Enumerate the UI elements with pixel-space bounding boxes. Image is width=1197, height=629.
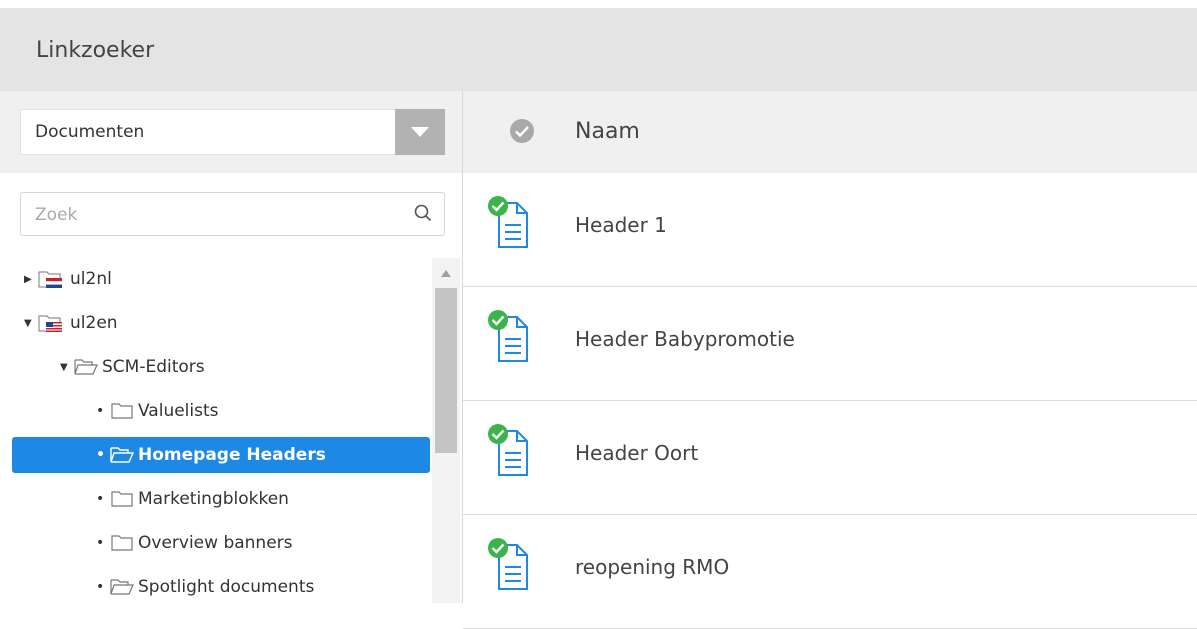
scrollbar-thumb[interactable] [435,288,457,453]
published-document-icon [487,537,531,597]
bullet-icon: • [96,447,105,463]
folder-tree: ▶ ul2nl ▼ ul2en ▼ SCM-Editors • Valuelis… [0,253,430,603]
tree-node-label: Marketingblokken [138,489,289,509]
collapse-arrow-icon[interactable]: ▼ [24,318,38,329]
dialog-titlebar: Linkzoeker [0,0,1197,91]
folder-open-icon [74,358,98,376]
tree-scrollbar[interactable] [432,258,460,603]
search-input[interactable] [33,201,397,229]
tree-node-label: Homepage Headers [138,445,326,465]
table-row[interactable]: Header Oort [463,401,1197,515]
results-panel: Naam Header 1 Header Babypromotie Header… [463,91,1197,629]
tree-area: ▶ ul2nl ▼ [0,173,462,603]
published-document-icon [487,309,531,369]
dialog-title: Linkzoeker [36,38,155,63]
tree-node-valuelists[interactable]: • Valuelists [96,393,219,429]
table-header: Naam [463,91,1197,173]
tree-node-label: SCM-Editors [102,357,205,377]
select-value: Documenten [35,122,145,142]
table-row[interactable]: Header Babypromotie [463,287,1197,401]
chevron-down-icon [411,127,429,137]
scroll-up-arrow-icon[interactable] [441,270,451,277]
document-name: reopening RMO [575,555,730,579]
tree-node-ul2nl[interactable]: ▶ ul2nl [24,261,112,297]
folder-icon [110,534,134,552]
document-name: Header Babypromotie [575,327,795,351]
tree-node-label: ul2en [70,313,118,333]
bullet-icon: • [96,491,105,507]
tree-node-label: Valuelists [138,401,219,421]
folder-flag-us-icon [38,313,66,333]
tree-node-marketingblokken[interactable]: • Marketingblokken [96,481,289,517]
folder-icon [110,402,134,420]
tree-node-overview-banners[interactable]: • Overview banners [96,525,293,561]
collapse-arrow-icon[interactable]: ▼ [60,362,74,373]
bullet-icon: • [96,579,105,595]
tree-node-label: Overview banners [138,533,293,553]
expand-arrow-icon[interactable]: ▶ [24,274,38,285]
bullet-icon: • [96,535,105,551]
select-dropdown-button[interactable] [395,109,445,155]
folder-flag-nl-icon [38,269,66,289]
published-document-icon [487,195,531,255]
tree-node-ul2en[interactable]: ▼ ul2en [24,305,118,341]
tree-node-label: ul2nl [70,269,112,289]
folder-open-icon [110,578,134,596]
table-row[interactable]: Header 1 [463,173,1197,287]
document-name: Header 1 [575,213,667,237]
tree-node-label: Spotlight documents [138,577,315,597]
tree-node-homepage-headers[interactable]: • Homepage Headers [12,437,430,473]
column-header-name[interactable]: Naam [575,119,640,144]
tree-node-spotlight-documents[interactable]: • Spotlight documents [96,569,314,603]
select-all-check-icon[interactable] [509,118,535,148]
folder-open-icon [110,446,134,464]
bullet-icon: • [96,403,105,419]
table-row[interactable]: reopening RMO [463,515,1197,629]
search-icon[interactable] [414,204,432,226]
tree-node-scm-editors[interactable]: ▼ SCM-Editors [60,349,205,385]
document-name: Header Oort [575,441,699,465]
published-document-icon [487,423,531,483]
search-box [20,192,445,236]
document-type-select[interactable]: Documenten [20,109,445,155]
folder-icon [110,490,134,508]
left-panel: Documenten ▶ [0,91,463,603]
